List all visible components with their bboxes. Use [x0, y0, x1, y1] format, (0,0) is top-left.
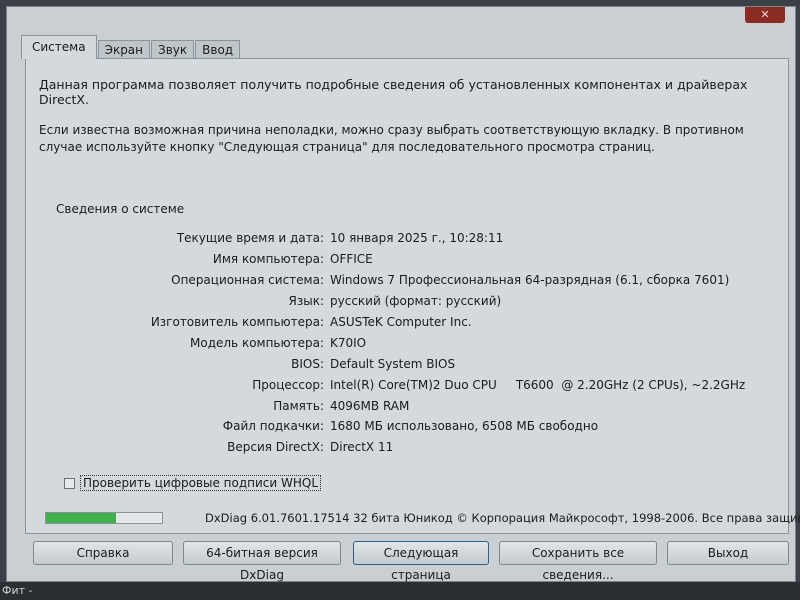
- system-tab-panel: Данная программа позволяет получить подр…: [25, 58, 789, 534]
- info-value: K70IO: [330, 335, 367, 350]
- system-info-group: Сведения о системе Текущие время и дата:…: [40, 202, 778, 472]
- tab-sound[interactable]: Звук: [151, 40, 195, 59]
- info-value: 4096MB RAM: [330, 398, 410, 413]
- info-row-model: Модель компьютера: K70IO: [40, 332, 778, 353]
- info-label: Процессор:: [252, 377, 324, 392]
- info-label: Файл подкачки:: [222, 419, 324, 434]
- whql-checkbox-row[interactable]: Проверить цифровые подписи WHQL: [64, 475, 322, 491]
- tab-strip: Система Экран Звук Ввод: [21, 35, 241, 59]
- info-label: Память:: [273, 398, 324, 413]
- button-bar: Справка 64-битная версия DxDiag Следующа…: [33, 541, 793, 582]
- info-label: Операционная система:: [171, 273, 324, 288]
- info-row-computer-name: Имя компьютера: OFFICE: [40, 249, 778, 270]
- tab-system[interactable]: Система: [21, 35, 97, 59]
- version-copyright-text: DxDiag 6.01.7601.17514 32 бита Юникод © …: [205, 511, 800, 525]
- info-value: Windows 7 Профессиональная 64-разрядная …: [330, 273, 730, 288]
- next-page-button[interactable]: Следующая страница: [353, 541, 489, 582]
- info-row-memory: Память: 4096MB RAM: [40, 395, 778, 416]
- info-label: Изготовитель компьютера:: [150, 315, 324, 329]
- save-all-info-button[interactable]: Сохранить все сведения...: [499, 541, 657, 582]
- system-info-list: Текущие время и дата: 10 января 2025 г.,…: [40, 228, 778, 458]
- taskbar-status: Фит -: [0, 582, 800, 600]
- info-label: Текущие время и дата:: [176, 231, 324, 246]
- tab-display[interactable]: Экран: [97, 40, 151, 59]
- info-label: Язык:: [288, 294, 324, 309]
- info-value: Intel(R) Core(TM)2 Duo CPU T6600 @ 2.20G…: [330, 377, 746, 392]
- whql-checkbox-label[interactable]: Проверить цифровые подписи WHQL: [80, 475, 322, 491]
- info-value: ASUSTeK Computer Inc.: [330, 315, 472, 329]
- info-row-manufacturer: Изготовитель компьютера: ASUSTeK Compute…: [40, 312, 778, 333]
- info-value: русский (формат: русский): [330, 294, 502, 309]
- whql-checkbox[interactable]: [64, 477, 75, 489]
- system-info-title: Сведения о системе: [56, 202, 185, 216]
- info-row-directx: Версия DirectX: DirectX 11: [40, 437, 778, 458]
- info-value: 10 января 2025 г., 10:28:11: [330, 231, 504, 246]
- info-row-datetime: Текущие время и дата: 10 января 2025 г.,…: [40, 228, 778, 249]
- x64-version-button[interactable]: 64-битная версия DxDiag: [183, 541, 341, 582]
- intro-text: Данная программа позволяет получить подр…: [39, 77, 748, 107]
- exit-button[interactable]: Выход: [667, 541, 789, 565]
- progress-bar: [45, 512, 163, 524]
- info-value: OFFICE: [330, 252, 373, 267]
- tab-input[interactable]: Ввод: [195, 40, 241, 59]
- hint-text: Если известна возможная причина неполадк…: [39, 123, 744, 154]
- close-window-icon[interactable]: ✕: [745, 7, 785, 23]
- info-value: DirectX 11: [330, 440, 394, 455]
- info-row-processor: Процессор: Intel(R) Core(TM)2 Duo CPU T6…: [40, 374, 778, 395]
- info-label: Версия DirectX:: [227, 440, 324, 455]
- info-label: BIOS:: [291, 356, 324, 371]
- info-value: 1680 МБ использовано, 6508 МБ свободно: [330, 419, 599, 434]
- dxdiag-window: ✕ Система Экран Звук Ввод Данная програм…: [6, 6, 800, 582]
- info-row-language: Язык: русский (формат: русский): [40, 291, 778, 312]
- info-label: Имя компьютера:: [212, 252, 324, 267]
- progress-bar-fill: [46, 513, 116, 523]
- info-row-pagefile: Файл подкачки: 1680 МБ использовано, 650…: [40, 416, 778, 437]
- info-row-bios: BIOS: Default System BIOS: [40, 353, 778, 374]
- help-button[interactable]: Справка: [33, 541, 173, 565]
- info-label: Модель компьютера:: [190, 335, 324, 350]
- info-row-os: Операционная система: Windows 7 Професси…: [40, 270, 778, 291]
- info-value: Default System BIOS: [330, 356, 456, 371]
